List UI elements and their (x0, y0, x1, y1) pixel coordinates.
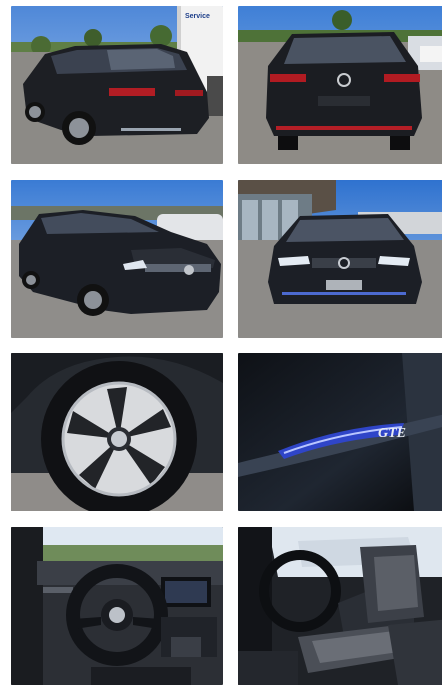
photo-dashboard[interactable] (11, 527, 223, 685)
photo-gallery: Service GTE (0, 0, 442, 685)
photo-front-seats[interactable] (238, 527, 442, 685)
photo-front-left-three-quarter[interactable] (11, 180, 223, 338)
photo-rear-left-three-quarter[interactable]: Service (11, 6, 223, 164)
photo-wheel[interactable] (11, 353, 223, 511)
photo-gte-badge[interactable]: GTE (238, 353, 442, 511)
photo-rear[interactable] (238, 6, 442, 164)
photo-front[interactable] (238, 180, 442, 338)
gte-badge-text: GTE (378, 426, 406, 441)
service-sign-text: Service (185, 13, 210, 20)
